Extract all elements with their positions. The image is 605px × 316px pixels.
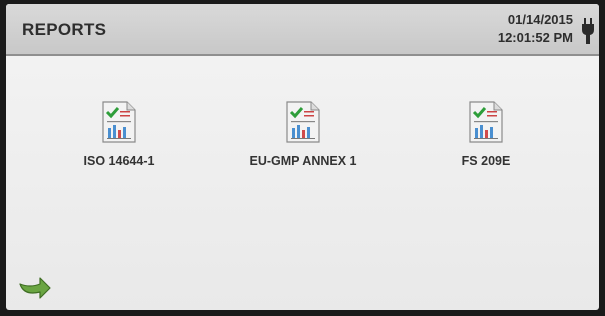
report-label: EU-GMP ANNEX 1 [249, 154, 357, 168]
report-label: FS 209E [461, 154, 511, 168]
report-document-icon [286, 101, 320, 143]
device-screen: REPORTS 01/14/2015 12:01:52 PM ISO 14644… [6, 4, 599, 310]
datetime-display: 01/14/2015 12:01:52 PM [498, 11, 573, 47]
report-document-icon [102, 101, 136, 143]
report-fs-209e[interactable]: FS 209E [401, 100, 571, 168]
report-eu-gmp-annex-1[interactable]: EU-GMP ANNEX 1 [218, 100, 388, 168]
page-title: REPORTS [22, 20, 107, 39]
plug-icon [582, 18, 594, 44]
date-text: 01/14/2015 [507, 12, 573, 27]
report-document-icon [469, 101, 503, 143]
back-arrow-icon[interactable] [16, 270, 52, 300]
reports-area: ISO 14644-1 EU-GMP ANNEX 1 FS 209E [6, 56, 599, 310]
header-bar: REPORTS 01/14/2015 12:01:52 PM [6, 4, 599, 56]
report-iso-14644-1[interactable]: ISO 14644-1 [34, 100, 204, 168]
time-text: 12:01:52 PM [497, 30, 573, 45]
report-label: ISO 14644-1 [83, 154, 155, 168]
